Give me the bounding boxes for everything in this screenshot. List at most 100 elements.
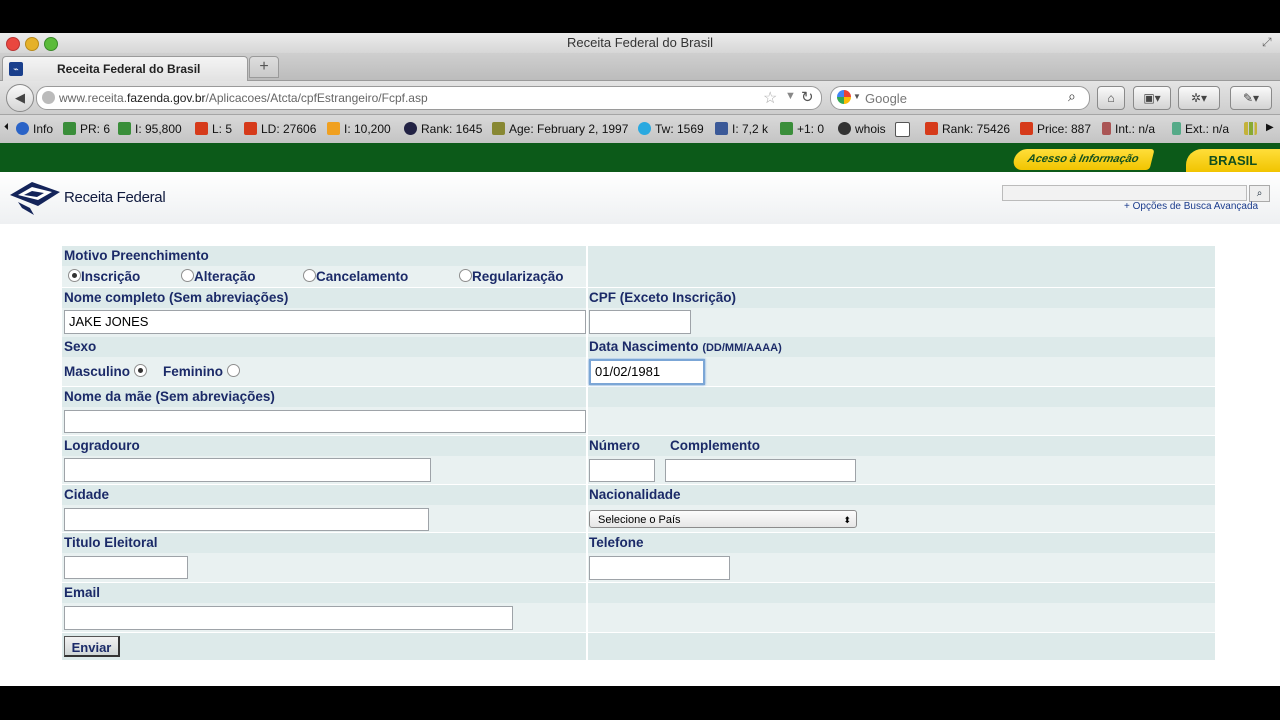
sexo-masculino-option[interactable]: Masculino xyxy=(64,364,147,379)
url-dropdown-icon[interactable]: ▼ xyxy=(785,90,796,102)
seo-item-facebook[interactable]: I: 7,2 k xyxy=(715,122,768,136)
seo-item-plusone[interactable]: +1: 0 xyxy=(780,122,824,136)
seo-item-whois[interactable]: whois xyxy=(838,122,886,136)
seo-item-pagerank[interactable]: PR: 6 xyxy=(63,122,110,136)
seo-item-price[interactable]: Price: 887 xyxy=(1020,122,1091,136)
seo-item-rank[interactable]: Rank: 1645 xyxy=(404,122,482,136)
select-arrows-icon: ⬍ xyxy=(843,515,851,525)
sexo-feminino-option[interactable]: Feminino xyxy=(163,364,240,379)
logradouro-input[interactable] xyxy=(64,458,431,482)
seo-item-semrush-rank[interactable]: Rank: 75426 xyxy=(925,122,1010,136)
motivo-option-regularizacao[interactable]: Regularização xyxy=(459,269,564,284)
site-search-icon[interactable]: ⌕ xyxy=(1249,185,1270,202)
page-content: Acesso à Informação BRASIL Receita Feder… xyxy=(0,143,1280,686)
advanced-search-link[interactable]: + Opções de Busca Avançada xyxy=(1124,201,1258,212)
radio-masculino[interactable] xyxy=(133,364,147,377)
email-input[interactable] xyxy=(64,606,513,630)
radio-regularizacao[interactable] xyxy=(459,269,472,282)
google-plus-icon xyxy=(780,122,793,135)
google-icon xyxy=(837,90,851,104)
form-row-bg xyxy=(62,633,586,660)
titulo-label: Titulo Eleitoral xyxy=(64,535,158,550)
motivo-option-cancelamento[interactable]: Cancelamento xyxy=(303,269,408,284)
nacionalidade-select[interactable]: Selecione o País ⬍ xyxy=(589,510,857,528)
search-box[interactable]: ▼ Google ⌕ xyxy=(830,86,1090,110)
globe-icon xyxy=(42,91,55,104)
tools-button[interactable]: ✎▾ xyxy=(1230,86,1272,110)
mae-label: Nome da mãe (Sem abreviações) xyxy=(64,389,275,404)
radio-feminino[interactable] xyxy=(226,364,240,377)
cpf-input[interactable] xyxy=(589,310,691,334)
seo-item-age[interactable]: Age: February 2, 1997 xyxy=(492,122,628,136)
majestic-icon xyxy=(195,122,208,135)
mae-input[interactable] xyxy=(64,410,586,433)
seo-item-twitter[interactable]: Tw: 1569 xyxy=(638,122,704,136)
reload-icon[interactable]: ↻ xyxy=(801,88,814,106)
bing-icon xyxy=(327,122,340,135)
radio-inscricao[interactable] xyxy=(68,269,81,282)
address-bar[interactable]: www.receita.fazenda.gov.br/Aplicacoes/At… xyxy=(36,86,822,110)
radio-alteracao[interactable] xyxy=(181,269,194,282)
seo-item-linkdomains[interactable]: LD: 27606 xyxy=(244,122,316,136)
bookmark-star-icon[interactable]: ☆ xyxy=(763,88,777,108)
form-row-bg xyxy=(588,533,1215,553)
cidade-label: Cidade xyxy=(64,487,110,502)
semrush-icon xyxy=(1020,122,1033,135)
facebook-icon xyxy=(715,122,728,135)
telefone-input[interactable] xyxy=(589,556,730,580)
stats-chart-icon[interactable] xyxy=(1244,122,1261,136)
nome-label: Nome completo (Sem abreviações) xyxy=(64,290,289,305)
sexo-label: Sexo xyxy=(64,339,97,354)
form-row-bg xyxy=(588,407,1215,435)
site-logo-text[interactable]: Receita Federal xyxy=(64,189,166,206)
tab-receita[interactable]: ⌁ Receita Federal do Brasil xyxy=(2,56,248,81)
seo-item-external-links[interactable]: Ext.: n/a xyxy=(1172,122,1229,136)
nascimento-input[interactable]: 01/02/1981 xyxy=(589,359,705,385)
nasc-hint: (DD/MM/AAAA) xyxy=(702,342,782,354)
gov-bar: Acesso à Informação BRASIL xyxy=(0,143,1280,172)
seo-item-source[interactable] xyxy=(895,122,914,138)
radio-cancelamento[interactable] xyxy=(303,269,316,282)
motivo-option-inscricao[interactable]: Inscrição xyxy=(68,269,140,284)
whois-icon xyxy=(838,122,851,135)
site-search-input[interactable] xyxy=(1002,185,1247,201)
seo-item-links[interactable]: L: 5 xyxy=(195,122,232,136)
seo-item-info[interactable]: Info xyxy=(16,122,53,136)
telefone-label: Telefone xyxy=(589,535,644,550)
form-row-bg xyxy=(588,485,1215,505)
logradouro-label: Logradouro xyxy=(64,438,140,453)
receita-logo-icon[interactable] xyxy=(8,178,62,221)
toolbar-more-icon[interactable]: ▶ xyxy=(1266,122,1274,133)
complemento-input[interactable] xyxy=(665,459,856,482)
seo-item-internal-links[interactable]: Int.: n/a xyxy=(1102,122,1155,136)
form-row-bg xyxy=(62,485,586,505)
bookmarks-button[interactable]: ▣▾ xyxy=(1133,86,1171,110)
cpf-label: CPF (Exceto Inscrição) xyxy=(589,290,737,305)
source-code-icon xyxy=(895,122,910,137)
form-row-bg xyxy=(588,633,1215,660)
nacionalidade-selected: Selecione o País xyxy=(598,514,681,526)
back-button[interactable]: ◀ xyxy=(6,84,34,112)
info-icon xyxy=(16,122,29,135)
seo-item-google-index[interactable]: I: 95,800 xyxy=(118,122,182,136)
search-icon[interactable]: ⌕ xyxy=(1068,88,1076,105)
brasil-link[interactable]: BRASIL xyxy=(1186,149,1280,172)
motivo-option-alteracao[interactable]: Alteração xyxy=(181,269,256,284)
numero-input[interactable] xyxy=(589,459,655,482)
internal-links-icon xyxy=(1102,122,1111,135)
enviar-button[interactable]: Enviar xyxy=(64,636,120,657)
nacionalidade-label: Nacionalidade xyxy=(589,487,681,502)
engine-dropdown-icon[interactable]: ▼ xyxy=(853,92,861,101)
nome-input[interactable]: JAKE JONES xyxy=(64,310,586,334)
fullscreen-icon[interactable]: ⤢ xyxy=(1262,35,1272,50)
seo-item-bing-index[interactable]: I: 10,200 xyxy=(327,122,391,136)
acesso-informacao-link[interactable]: Acesso à Informação xyxy=(1011,149,1155,170)
titulo-input[interactable] xyxy=(64,556,188,579)
new-tab-button[interactable]: + xyxy=(249,56,279,78)
twitter-icon xyxy=(638,122,651,135)
cidade-input[interactable] xyxy=(64,508,429,531)
toolbar-menu-icon[interactable]: ⏴ xyxy=(4,122,9,133)
addons-button[interactable]: ✲▾ xyxy=(1178,86,1220,110)
external-links-icon xyxy=(1172,122,1181,135)
home-button[interactable]: ⌂ xyxy=(1097,86,1125,110)
